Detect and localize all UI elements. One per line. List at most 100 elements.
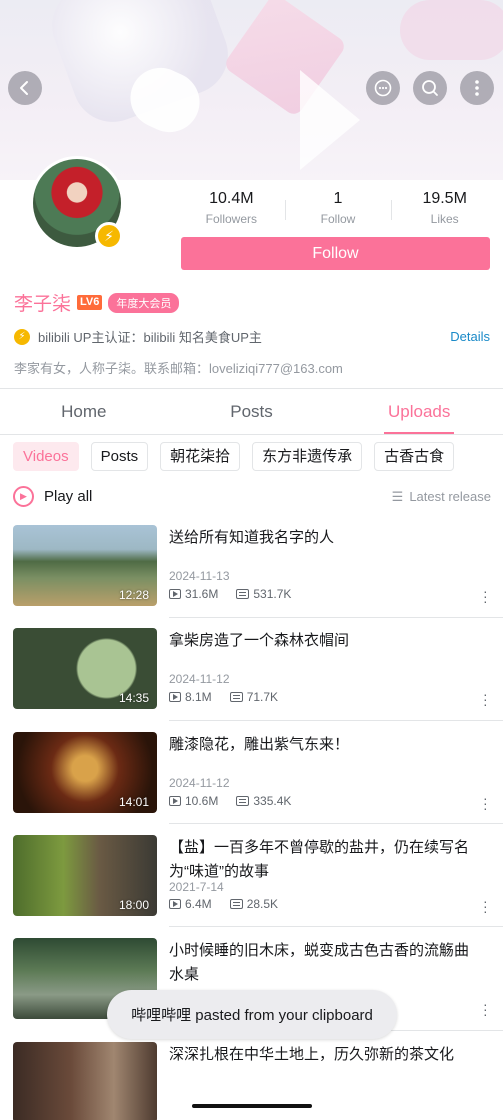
video-item[interactable]: 14:01 雕漆隐花，雕出紫气东来！ 2024-11-12 10.6M 335.… — [13, 732, 491, 815]
video-item[interactable]: 12:28 送给所有知道我名字的人 2024-11-13 31.6M 531.7… — [13, 525, 491, 608]
view-count: 31.6M — [169, 587, 218, 601]
video-title[interactable]: 拿柴房造了一个森林衣帽间 — [169, 629, 479, 653]
more-vertical-icon[interactable]: · · · — [483, 791, 488, 815]
divider — [169, 926, 503, 927]
play-count-icon — [169, 692, 181, 702]
view-count: 10.6M — [169, 794, 218, 808]
divider — [169, 720, 503, 721]
certification-text: bilibili UP主认证：bilibili 知名美食UP主 — [38, 330, 262, 345]
chip-posts[interactable]: Posts — [90, 442, 149, 471]
video-stats: 31.6M 531.7K — [169, 587, 291, 601]
video-date: 2024-11-12 — [169, 776, 230, 790]
video-stats: 6.4M 28.5K — [169, 897, 278, 911]
more-vertical-icon[interactable]: · · · — [483, 687, 488, 711]
profile-tabs: Home Posts Uploads — [0, 390, 503, 434]
more-vertical-icon[interactable]: · · · — [483, 584, 488, 608]
chat-bubble-icon — [374, 79, 392, 97]
chip-collection[interactable]: 朝花柒拾 — [160, 442, 241, 471]
video-title[interactable]: 深深扎根在中华土地上，历久弥新的茶文化 — [169, 1043, 479, 1067]
home-indicator[interactable] — [192, 1104, 312, 1108]
video-stats: 8.1M 71.7K — [169, 690, 278, 704]
view-count-value: 8.1M — [185, 690, 212, 704]
stat-value: 19.5M — [422, 190, 467, 207]
video-item[interactable]: 14:35 拿柴房造了一个森林衣帽间 2024-11-12 8.1M 71.7K… — [13, 628, 491, 711]
playall-row: ▶ Play all ☰ Latest release — [13, 486, 491, 507]
details-link[interactable]: Details — [450, 329, 490, 344]
likes-stat[interactable]: 19.5M Likes — [391, 190, 498, 226]
stat-label: Followers — [205, 212, 258, 226]
video-item[interactable]: 18:00 【盐】一百多年不曾停歇的盐井，仍在续写名为“味道”的故事 2021-… — [13, 835, 491, 918]
banner-decoration — [400, 0, 503, 60]
video-item[interactable]: 深深扎根在中华土地上，历久弥新的茶文化 — [13, 1042, 491, 1120]
name-row: 李子柒 LV6 年度大会员 — [14, 289, 180, 316]
play-count-icon — [169, 589, 181, 599]
danmaku-count-value: 71.7K — [246, 690, 279, 704]
video-title[interactable]: 送给所有知道我名字的人 — [169, 526, 479, 550]
sort-button[interactable]: Latest release — [409, 489, 491, 504]
vip-badge[interactable]: 年度大会员 — [108, 292, 180, 313]
message-button[interactable] — [366, 71, 400, 105]
tab-posts[interactable]: Posts — [168, 390, 336, 434]
tab-uploads[interactable]: Uploads — [335, 390, 503, 434]
view-count-value: 31.6M — [185, 587, 219, 601]
chip-videos[interactable]: Videos — [13, 442, 79, 471]
more-vertical-icon[interactable]: · · · — [483, 894, 488, 918]
divider — [169, 823, 503, 824]
video-thumbnail[interactable]: 14:01 — [13, 732, 157, 813]
video-thumbnail[interactable]: 18:00 — [13, 835, 157, 916]
upload-filter-chips: Videos Posts 朝花柒拾 东方非遗传承 古香古食 — [13, 442, 455, 471]
danmaku-count: 531.7K — [236, 587, 291, 601]
chip-collection[interactable]: 古香古食 — [374, 442, 455, 471]
back-arrow-icon — [20, 81, 28, 95]
stat-value: 1 — [333, 190, 343, 207]
danmaku-icon — [229, 899, 243, 909]
clipboard-toast: 哔哩哔哩 pasted from your clipboard — [107, 990, 397, 1039]
tab-home[interactable]: Home — [0, 390, 168, 434]
video-thumbnail[interactable]: 12:28 — [13, 525, 157, 606]
more-button[interactable] — [460, 71, 494, 105]
divider — [169, 617, 503, 618]
danmaku-icon — [229, 692, 243, 702]
followers-stat[interactable]: 10.4M Followers — [178, 190, 285, 226]
certification-row: ⚡ bilibili UP主认证：bilibili 知名美食UP主 Detail… — [14, 327, 490, 346]
chip-collection[interactable]: 东方非遗传承 — [252, 442, 363, 471]
sort-lines-icon[interactable]: ☰ — [392, 489, 404, 505]
lightning-badge-icon: ⚡ — [95, 222, 123, 250]
divider — [0, 388, 503, 389]
stat-value: 10.4M — [209, 190, 254, 207]
playall-button[interactable]: Play all — [44, 488, 392, 505]
search-button[interactable] — [413, 71, 447, 105]
bio: 李家有女，人称子柒。联系邮箱：loveliziqi777@163.com — [14, 361, 343, 376]
danmaku-icon — [236, 796, 250, 806]
user-name: 李子柒 — [14, 294, 72, 315]
danmaku-count: 71.7K — [229, 690, 279, 704]
search-icon — [422, 80, 438, 96]
video-title[interactable]: 小时候睡的旧木床，蜕变成古色古香的流觞曲水桌 — [169, 939, 479, 987]
back-button[interactable] — [8, 71, 42, 105]
level-badge: LV6 — [77, 295, 103, 310]
following-stat[interactable]: 1 Follow — [284, 190, 392, 226]
more-vertical-icon — [475, 80, 479, 96]
video-date: 2021-7-14 — [169, 880, 224, 894]
video-duration: 14:01 — [118, 795, 149, 809]
play-circle-icon[interactable]: ▶ — [13, 486, 34, 507]
stat-label: Likes — [430, 212, 459, 226]
danmaku-count: 28.5K — [229, 897, 279, 911]
danmaku-icon — [236, 589, 250, 599]
banner-decoration — [300, 70, 360, 170]
video-thumbnail[interactable]: 14:35 — [13, 628, 157, 709]
follow-button[interactable]: Follow — [181, 237, 490, 270]
danmaku-count: 335.4K — [236, 794, 291, 808]
video-title[interactable]: 【盐】一百多年不曾停歇的盐井，仍在续写名为“味道”的故事 — [169, 836, 479, 884]
video-title[interactable]: 雕漆隐花，雕出紫气东来！ — [169, 733, 479, 757]
danmaku-count-value: 335.4K — [253, 794, 292, 808]
danmaku-count-value: 28.5K — [246, 897, 279, 911]
view-count-value: 6.4M — [185, 897, 212, 911]
view-count-value: 10.6M — [185, 794, 219, 808]
play-count-icon — [169, 899, 181, 909]
video-thumbnail[interactable] — [13, 1042, 157, 1120]
more-vertical-icon[interactable]: · · · — [483, 997, 488, 1021]
profile-stats: 10.4M Followers 1 Follow 19.5M Likes — [178, 190, 498, 226]
lightning-icon: ⚡ — [14, 328, 30, 345]
video-date: 2024-11-13 — [169, 569, 230, 583]
